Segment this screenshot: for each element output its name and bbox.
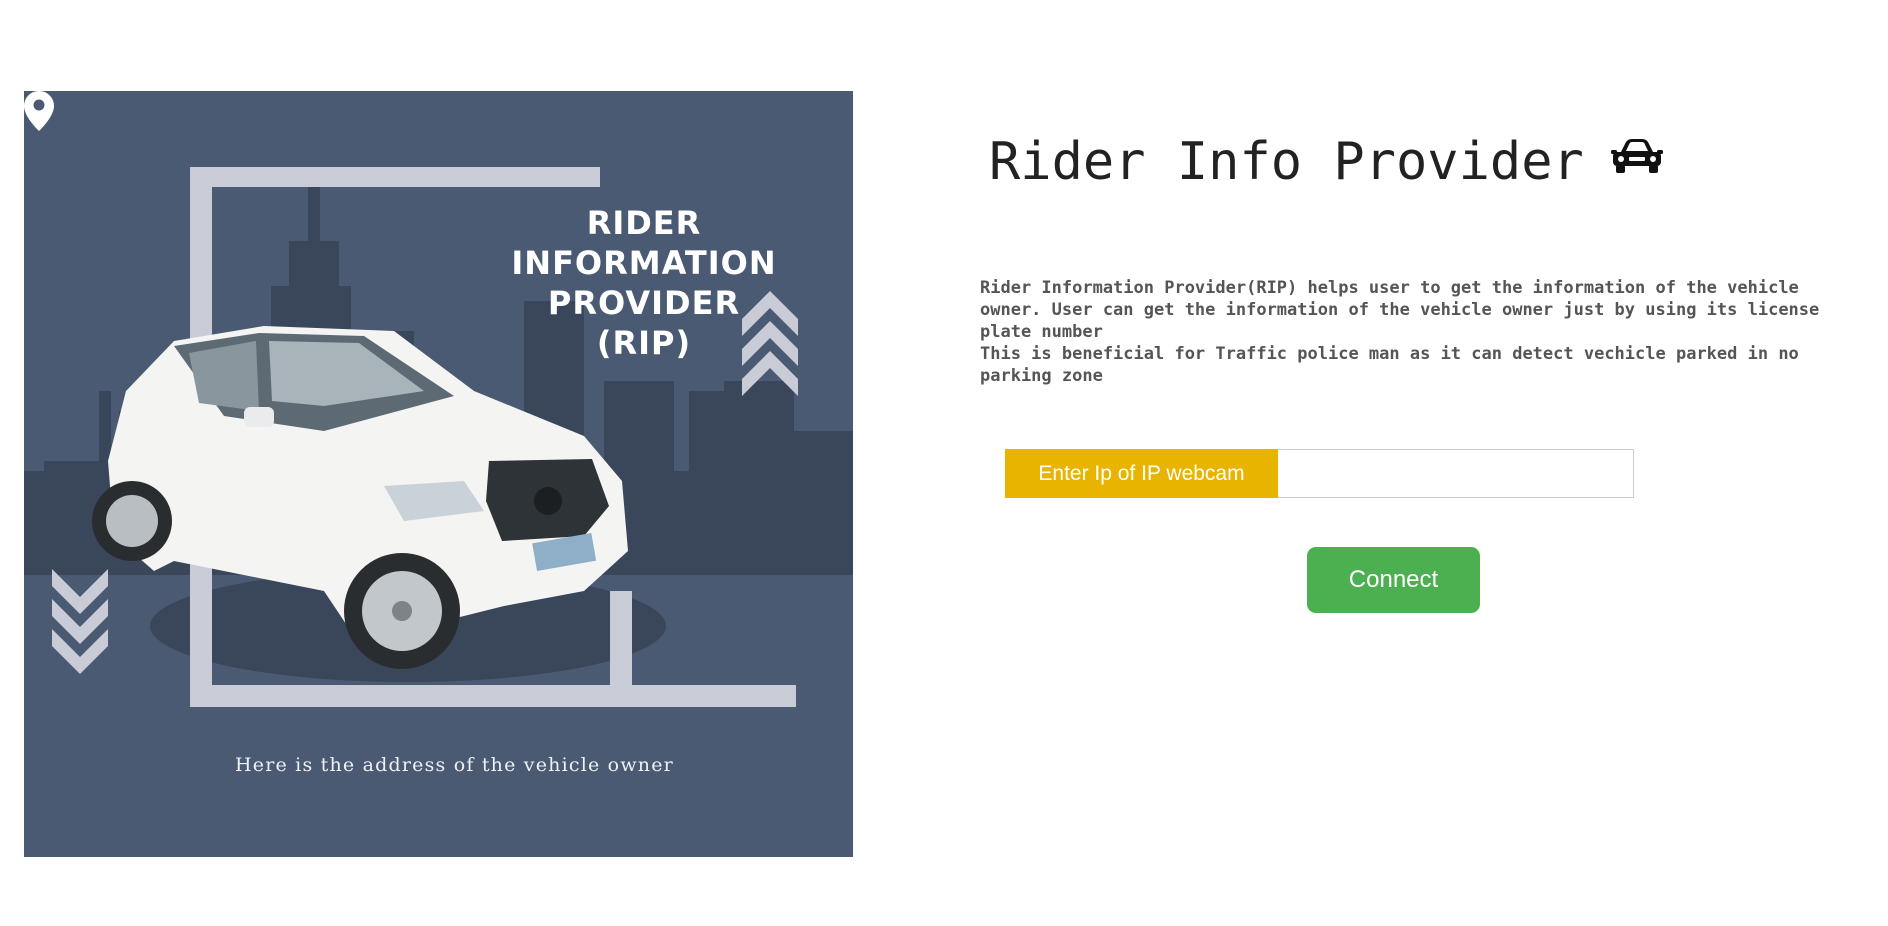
connect-button[interactable]: Connect (1307, 547, 1480, 613)
description-line-1: Rider Information Provider(RIP) helps us… (980, 278, 1820, 342)
description-line-2: This is beneficial for Traffic police ma… (980, 344, 1799, 386)
ip-input[interactable] (1278, 449, 1634, 498)
ip-input-label: Enter Ip of IP webcam (1005, 449, 1278, 498)
hero-poster: RIDER INFORMATION PROVIDER (RIP) Here is… (24, 91, 853, 857)
page-title: Rider Info Provider (989, 132, 1584, 192)
car-icon (1611, 139, 1663, 173)
down-chevrons-icon (52, 569, 108, 674)
poster-title: RIDER INFORMATION PROVIDER (RIP) (511, 204, 777, 362)
poster-address-text: Here is the address of the vehicle owner (235, 754, 674, 776)
location-pin-icon (24, 91, 54, 131)
ip-input-group: Enter Ip of IP webcam (1005, 449, 1634, 498)
description: Rider Information Provider(RIP) helps us… (980, 277, 1860, 387)
